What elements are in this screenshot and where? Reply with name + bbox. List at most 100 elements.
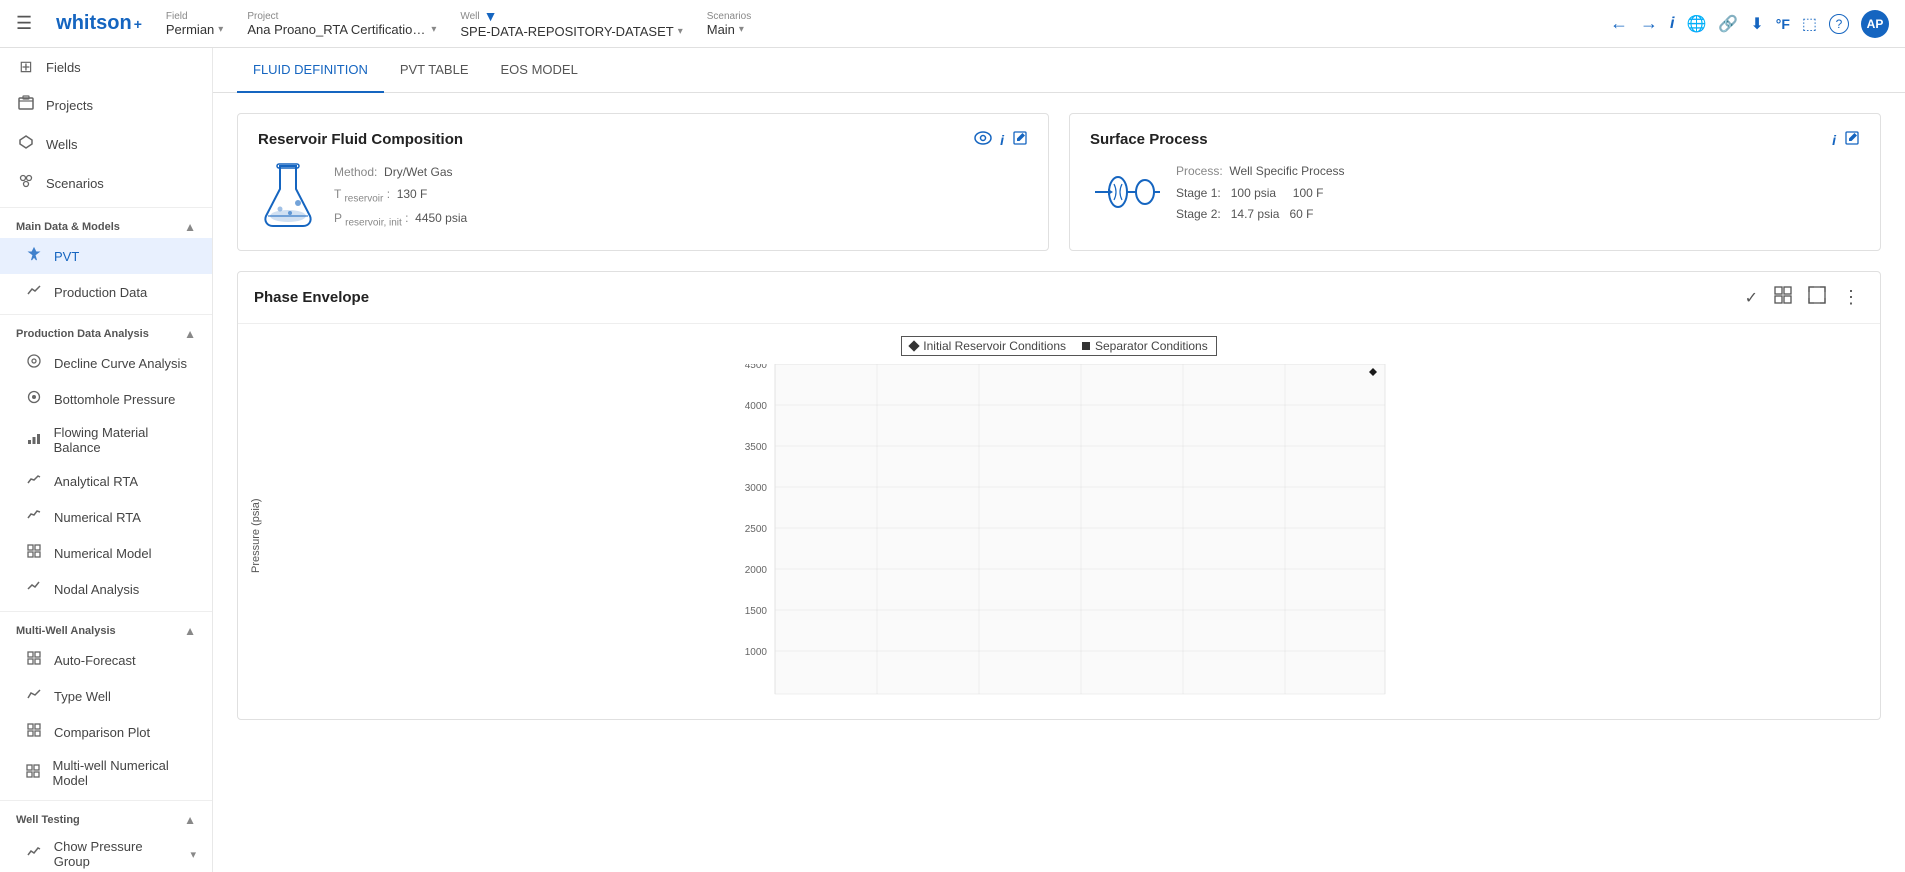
reservoir-fluid-eye-icon[interactable] [974, 131, 992, 148]
sidebar-item-wells[interactable]: Wells [0, 125, 212, 164]
section-main-data[interactable]: Main Data & Models ▲ [0, 212, 212, 238]
sidebar-item-type-well[interactable]: Type Well [0, 678, 212, 714]
analytical-rta-icon [24, 471, 44, 491]
svg-text:4000: 4000 [745, 401, 768, 412]
numerical-rta-icon [24, 507, 44, 527]
temp-button[interactable]: °F [1776, 16, 1790, 32]
well-dropdown-arrow: ▾ [678, 26, 683, 37]
header-fields: Field Permian ▾ Project Ana Proano_RTA C… [166, 8, 1586, 39]
collapse-production-icon: ▲ [184, 327, 196, 341]
reservoir-fluid-info-icon[interactable]: i [1000, 132, 1004, 148]
auto-forecast-label: Auto-Forecast [54, 653, 136, 668]
sidebar-item-flowing-material[interactable]: Flowing Material Balance [0, 417, 212, 463]
sidebar-divider-3 [0, 611, 212, 612]
link-button[interactable]: 🔗 [1718, 14, 1738, 34]
help-button[interactable]: ? [1829, 14, 1849, 34]
well-label: Well [460, 11, 479, 22]
download-button[interactable]: ⬇ [1750, 14, 1763, 34]
filter-icon[interactable]: ▼ [484, 8, 498, 24]
chart-svg-container: 4500 4000 3500 3000 [266, 364, 1872, 707]
phase-more-icon[interactable]: ⋮ [1838, 285, 1864, 310]
tab-fluid-definition[interactable]: FLUID DEFINITION [237, 48, 384, 93]
bottomhole-icon [24, 389, 44, 409]
flowing-material-label: Flowing Material Balance [54, 425, 196, 455]
sidebar-item-fields[interactable]: ⊞ Fields [0, 48, 212, 86]
globe-button[interactable]: 🌐 [1686, 14, 1706, 34]
sidebar-item-multi-well-numerical[interactable]: Multi-well Numerical Model [0, 750, 212, 796]
sidebar-divider-2 [0, 314, 212, 315]
sidebar-item-numerical-model[interactable]: Numerical Model [0, 535, 212, 571]
pvt-icon [24, 246, 44, 266]
scenarios-label: Scenarios [707, 11, 751, 22]
sidebar-item-nodal-analysis[interactable]: Nodal Analysis [0, 571, 212, 607]
scenarios-selector: Scenarios Main ▾ [707, 11, 751, 37]
phase-check-icon[interactable]: ✓ [1741, 286, 1762, 310]
phase-envelope-title: Phase Envelope [254, 289, 369, 306]
surface-process-info: Process: Well Specific Process Stage 1: … [1176, 161, 1345, 226]
section-multi-well[interactable]: Multi-Well Analysis ▲ [0, 616, 212, 642]
tab-pvt-table[interactable]: PVT TABLE [384, 48, 485, 93]
phase-expand-icon[interactable] [1804, 284, 1830, 311]
sidebar-item-scenarios[interactable]: Scenarios [0, 164, 212, 203]
sidebar-item-numerical-rta[interactable]: Numerical RTA [0, 499, 212, 535]
multi-well-numerical-icon [24, 763, 42, 783]
sidebar-item-pvt[interactable]: PVT [0, 238, 212, 274]
chat-button[interactable]: ⬚ [1802, 14, 1817, 34]
bottomhole-label: Bottomhole Pressure [54, 392, 175, 407]
sidebar-item-bottomhole[interactable]: Bottomhole Pressure [0, 381, 212, 417]
comparison-plot-icon [24, 722, 44, 742]
top-header: ☰ whitson+ Field Permian ▾ Project Ana P… [0, 0, 1905, 48]
section-well-testing[interactable]: Well Testing ▲ [0, 805, 212, 831]
info-button[interactable]: i [1670, 15, 1674, 33]
project-value[interactable]: Ana Proano_RTA Certification_Jar ▾ [247, 22, 436, 37]
stage1-label: Stage 1: [1176, 186, 1221, 200]
collapse-main-data-icon: ▲ [184, 220, 196, 234]
sidebar-item-comparison-plot[interactable]: Comparison Plot [0, 714, 212, 750]
numerical-rta-label: Numerical RTA [54, 510, 141, 525]
flowing-material-icon [24, 430, 44, 450]
chow-dropdown-arrow: ▾ [190, 848, 196, 861]
main-layout: ⊞ Fields Projects Wells Scenarios Main D… [0, 48, 1905, 872]
legend-initial-label: Initial Reservoir Conditions [923, 339, 1066, 353]
comparison-plot-label: Comparison Plot [54, 725, 150, 740]
reservoir-fluid-edit-icon[interactable] [1012, 130, 1028, 149]
back-button[interactable]: ← [1610, 13, 1628, 34]
svg-text:3000: 3000 [745, 483, 768, 494]
sidebar-item-production-data[interactable]: Production Data [0, 274, 212, 310]
stage1-p: 100 psia [1231, 186, 1276, 200]
user-avatar[interactable]: AP [1861, 10, 1889, 38]
p-label: P reservoir, init : [334, 211, 408, 225]
nodal-analysis-icon [24, 579, 44, 599]
sidebar-item-decline-curve[interactable]: Decline Curve Analysis [0, 345, 212, 381]
surface-process-title-text: Surface Process [1090, 131, 1208, 148]
decline-curve-icon [24, 353, 44, 373]
project-text: Ana Proano_RTA Certification_Jar [247, 22, 427, 37]
field-value[interactable]: Permian ▾ [166, 22, 223, 37]
multi-well-numerical-label: Multi-well Numerical Model [52, 758, 196, 788]
field-selector: Field Permian ▾ [166, 11, 223, 37]
sidebar-item-auto-forecast[interactable]: Auto-Forecast [0, 642, 212, 678]
t-label: T reservoir : [334, 187, 390, 201]
numerical-model-label: Numerical Model [54, 546, 152, 561]
svg-text:1000: 1000 [745, 647, 768, 658]
auto-forecast-icon [24, 650, 44, 670]
stage2-label: Stage 2: [1176, 207, 1221, 221]
production-data-label: Production Data [54, 285, 147, 300]
hamburger-icon[interactable]: ☰ [16, 13, 32, 34]
fields-label: Fields [46, 60, 81, 75]
phase-grid-icon[interactable] [1770, 284, 1796, 311]
sidebar-item-projects[interactable]: Projects [0, 86, 212, 125]
tab-eos-model[interactable]: EOS MODEL [485, 48, 594, 93]
well-value[interactable]: SPE-DATA-REPOSITORY-DATASET ▾ [460, 24, 682, 39]
field-dropdown-arrow: ▾ [218, 24, 223, 35]
decline-curve-label: Decline Curve Analysis [54, 356, 187, 371]
sidebar-item-analytical-rta[interactable]: Analytical RTA [0, 463, 212, 499]
scenarios-value[interactable]: Main ▾ [707, 22, 751, 37]
p-value: 4450 psia [415, 211, 467, 225]
sidebar-item-chow-pressure[interactable]: Chow Pressure Group ▾ [0, 831, 212, 872]
chow-pressure-icon [24, 844, 44, 864]
forward-button[interactable]: → [1640, 13, 1658, 34]
surface-process-info-icon[interactable]: i [1832, 132, 1836, 148]
surface-process-edit-icon[interactable] [1844, 130, 1860, 149]
section-production-analysis[interactable]: Production Data Analysis ▲ [0, 319, 212, 345]
